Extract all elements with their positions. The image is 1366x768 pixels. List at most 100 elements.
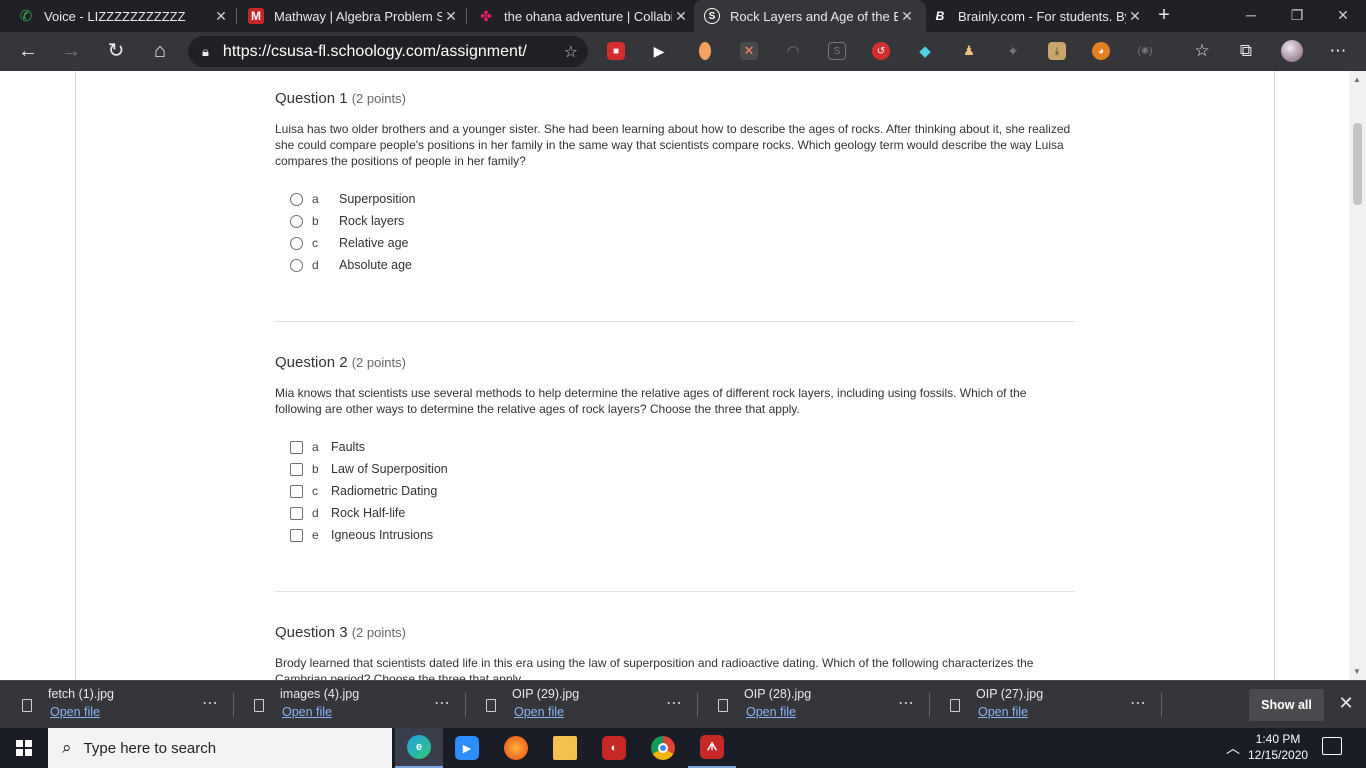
extension-download-icon[interactable]: ⤓ (1048, 42, 1066, 60)
tab-brainly[interactable]: B Brainly.com - For students. By student… (922, 0, 1154, 32)
close-icon[interactable]: ✕ (212, 8, 230, 25)
option-c[interactable]: c Radiometric Dating (275, 483, 437, 499)
extension-red-lock-icon[interactable]: ■ (607, 42, 625, 60)
extension-brackets-icon[interactable]: (✺) (1136, 42, 1154, 60)
radio-button[interactable] (290, 214, 303, 228)
option-e[interactable]: e Igneous Intrusions (275, 527, 433, 543)
tab-voice[interactable]: ✆ Voice - LIZZZZZZZZZZZ ✕ (8, 0, 240, 32)
extension-character-icon[interactable]: ♟ (960, 42, 978, 60)
page-scrollbar[interactable]: ▲ ▼ (1349, 71, 1366, 680)
radio-button[interactable] (290, 192, 303, 206)
tab-schoology[interactable]: S Rock Layers and Age of the Earth ✕ (694, 0, 926, 32)
download-item[interactable]: images (4).jpg Open file ⋯ (232, 681, 464, 729)
close-icon[interactable]: ✕ (1126, 8, 1144, 25)
tab-title: Mathway | Algebra Problem Solver (274, 8, 442, 24)
option-letter: d (312, 258, 319, 272)
extension-orange-icon[interactable] (699, 42, 711, 60)
tab-mathway[interactable]: M Mathway | Algebra Problem Solver ✕ (238, 0, 470, 32)
checkbox[interactable] (290, 462, 303, 476)
more-options-icon[interactable]: ⋯ (434, 693, 451, 713)
zoom-app[interactable]: ▶ (443, 728, 491, 768)
close-icon[interactable]: ✕ (442, 8, 460, 25)
option-letter: b (312, 462, 319, 476)
option-b[interactable]: b Law of Superposition (275, 461, 448, 477)
option-b[interactable]: b Rock layers (275, 213, 404, 229)
search-icon: ⌕ (62, 738, 72, 757)
among-us-icon: ◐ (602, 736, 626, 760)
star-icon[interactable]: ☆ (564, 42, 578, 62)
acrobat-app[interactable]: ᗑ (688, 728, 736, 768)
question-points: (2 points) (351, 355, 406, 370)
option-text: Superposition (339, 192, 416, 206)
extension-scissors-icon[interactable]: ✕ (740, 42, 758, 60)
close-icon[interactable]: ✕ (898, 8, 916, 25)
download-item[interactable]: OIP (27).jpg Open file ⋯ (928, 681, 1160, 729)
taskbar-clock[interactable]: 1:40 PM 12/15/2020 (1248, 731, 1308, 763)
radio-button[interactable] (290, 258, 303, 272)
more-options-icon[interactable]: ⋯ (1130, 693, 1147, 713)
notification-icon[interactable] (1322, 737, 1342, 755)
download-item[interactable]: OIP (29).jpg Open file ⋯ (464, 681, 696, 729)
open-file-link[interactable]: Open file (282, 705, 332, 719)
firefox-icon (504, 736, 528, 760)
option-a[interactable]: a Faults (275, 439, 365, 455)
option-c[interactable]: c Relative age (275, 235, 409, 251)
extension-alien-icon[interactable]: ◆ (916, 42, 934, 60)
start-button[interactable] (0, 728, 48, 768)
taskbar-search[interactable]: ⌕ Type here to search (48, 728, 392, 768)
download-item[interactable]: fetch (1).jpg Open file ⋯ (0, 681, 232, 729)
profile-avatar[interactable] (1281, 40, 1303, 62)
window-close-icon[interactable]: ✕ (1320, 0, 1366, 32)
home-icon[interactable]: ⌂ (145, 37, 175, 67)
close-icon[interactable]: ✕ (672, 8, 690, 25)
firefox-app[interactable] (492, 728, 540, 768)
checkbox[interactable] (290, 506, 303, 520)
extension-red-circle-icon[interactable]: ↺ (872, 42, 890, 60)
file-explorer-app[interactable] (541, 728, 589, 768)
among-us-app[interactable]: ◐ (590, 728, 638, 768)
extension-s-icon[interactable]: S (828, 42, 846, 60)
show-all-button[interactable]: Show all (1249, 689, 1324, 721)
radio-button[interactable] (290, 236, 303, 250)
open-file-link[interactable]: Open file (514, 705, 564, 719)
extension-wifi-icon[interactable]: ◠ (784, 42, 802, 60)
minimize-icon[interactable]: ─ (1228, 0, 1274, 32)
open-file-link[interactable]: Open file (50, 705, 100, 719)
tab-collabify[interactable]: ✤ the ohana adventure | Collabify ✕ (468, 0, 700, 32)
back-arrow-icon[interactable]: ← (13, 37, 43, 67)
extension-bird-icon[interactable]: ✦ (1004, 42, 1022, 60)
open-file-link[interactable]: Open file (978, 705, 1028, 719)
checkbox[interactable] (290, 528, 303, 542)
refresh-icon[interactable]: ↻ (101, 37, 131, 67)
extension-cursor-icon[interactable]: ▶ (650, 42, 668, 60)
more-options-icon[interactable]: ⋯ (202, 693, 219, 713)
option-d[interactable]: d Rock Half-life (275, 505, 405, 521)
scroll-up-icon[interactable]: ▲ (1353, 75, 1361, 84)
new-tab-button[interactable]: + (1152, 4, 1176, 28)
question-3: Question 3 (2 points) Brody learned that… (275, 624, 1075, 680)
scrollbar-thumb[interactable] (1353, 123, 1362, 205)
option-d[interactable]: d Absolute age (275, 257, 412, 273)
more-options-icon[interactable]: ⋯ (898, 693, 915, 713)
chevron-up-icon[interactable]: ︿ (1226, 738, 1240, 758)
extension-fox-icon[interactable]: ◕ (1092, 42, 1110, 60)
favorites-icon[interactable]: ☆ (1191, 40, 1213, 62)
tab-title: the ohana adventure | Collabify (504, 8, 672, 24)
more-options-icon[interactable]: ⋯ (666, 693, 683, 713)
checkbox[interactable] (290, 440, 303, 454)
more-menu-icon[interactable]: ⋯ (1327, 40, 1349, 62)
download-item[interactable]: OIP (28).jpg Open file ⋯ (696, 681, 928, 729)
checkbox[interactable] (290, 484, 303, 498)
close-downloads-icon[interactable]: ✕ (1336, 693, 1356, 714)
option-a[interactable]: a Superposition (275, 191, 415, 207)
scroll-down-icon[interactable]: ▼ (1353, 667, 1361, 676)
forward-arrow-icon[interactable]: → (56, 37, 86, 67)
address-bar[interactable]: 🔒︎ https://csusa-fl.schoology.com/assign… (188, 36, 588, 67)
option-text: Law of Superposition (331, 462, 448, 476)
edge-app[interactable]: e (395, 728, 443, 768)
restore-icon[interactable]: ❐ (1274, 0, 1320, 32)
open-file-link[interactable]: Open file (746, 705, 796, 719)
collections-icon[interactable]: ⧉ (1235, 40, 1257, 62)
chrome-app[interactable] (639, 728, 687, 768)
option-letter: a (312, 192, 319, 206)
